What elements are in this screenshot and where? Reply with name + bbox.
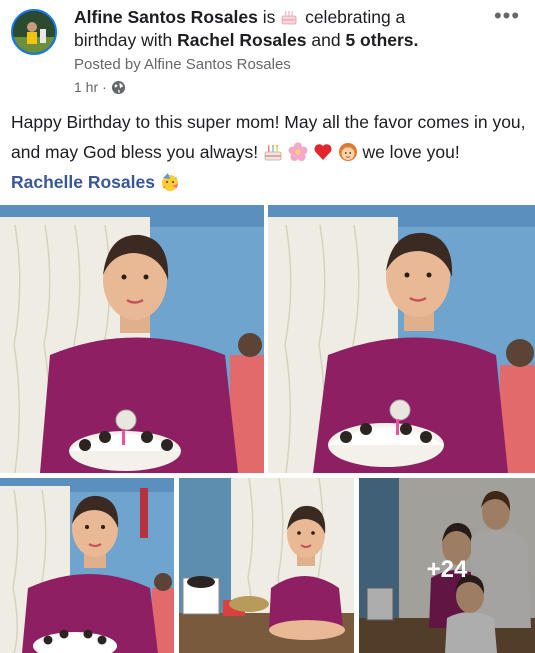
and-text: and [311, 30, 341, 50]
woman-emoji [338, 143, 357, 161]
is-text: is [262, 7, 276, 27]
cherry-blossom-emoji [288, 142, 308, 161]
meta-dot: · [102, 79, 107, 95]
author-name[interactable]: Alfine Santos Rosales [74, 7, 258, 27]
post-header: Alfine Santos Rosales is celebrating a b… [74, 6, 464, 52]
photo-4[interactable] [179, 478, 354, 653]
more-options-icon[interactable]: ••• [493, 5, 521, 30]
photo-1[interactable] [0, 205, 264, 473]
cake-icon [281, 11, 297, 25]
post-text-closing: we love you! [362, 142, 460, 162]
birthday-cake-emoji [264, 145, 282, 161]
more-photos-count[interactable]: +24 [359, 478, 535, 653]
others-link[interactable]: 5 others. [345, 30, 418, 50]
timestamp[interactable]: 1 hr [74, 79, 98, 95]
photo-5-more[interactable]: +24 [359, 478, 535, 653]
red-heart-emoji [314, 144, 332, 160]
partying-face-emoji [161, 173, 178, 191]
post-meta: 1 hr · [74, 79, 126, 95]
photo-3[interactable] [0, 478, 174, 653]
photo-2[interactable] [268, 205, 535, 473]
posted-by: Posted by Alfine Santos Rosales [74, 56, 291, 73]
globe-icon[interactable] [111, 80, 126, 95]
tagged-person[interactable]: Rachel Rosales [177, 30, 306, 50]
author-avatar[interactable] [11, 9, 57, 55]
post-body: Happy Birthday to this super mom! May al… [11, 107, 526, 197]
mention-link[interactable]: Rachelle Rosales [11, 172, 155, 192]
